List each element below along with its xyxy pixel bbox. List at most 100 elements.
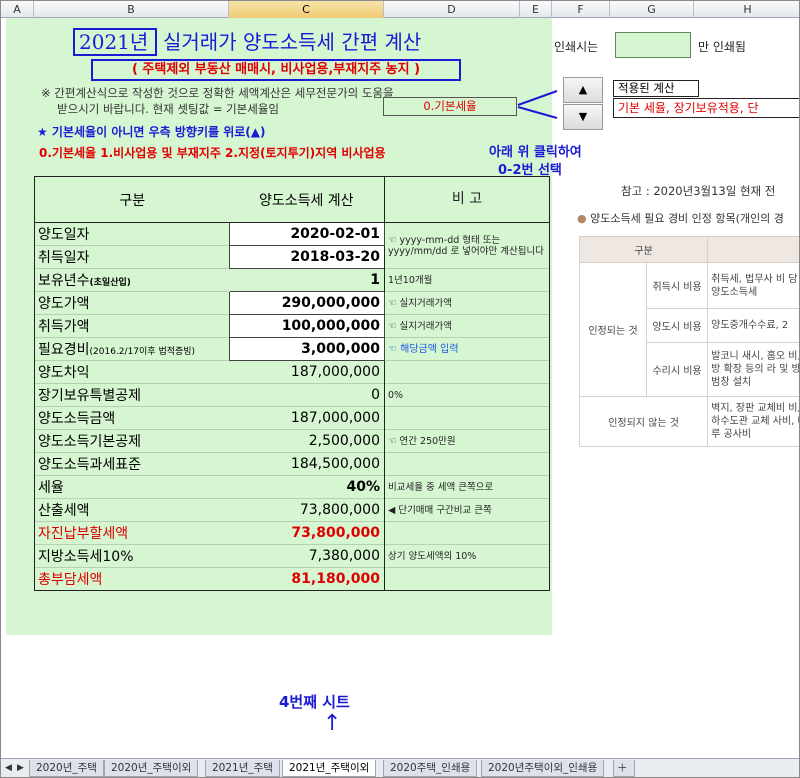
table-row: 양도소득금액 187,000,000 [34,406,550,430]
row-value: 73,800,000 [229,521,385,545]
row-value: 187,000,000 [229,360,385,384]
column-header-g[interactable]: G [610,1,694,18]
table-row: 양도가액 290,000,000 ☜ 실지거래가액 [34,291,550,315]
print-area-cell[interactable] [615,32,691,58]
row-label: 취득가액 [34,314,230,338]
row-value: 2,500,000 [229,429,385,453]
sheet-tab-bar: ◀ ▶ 2020년_주택 2020년_주택이외 2021년_주택 2021년_주… [1,758,799,777]
annotation-text-1: 아래 위 클릭하여 [489,145,582,160]
triangle-down-icon: ▼ [578,110,588,123]
row-label: 지방소득세10% [34,544,230,568]
row-value: 187,000,000 [229,406,385,430]
print-suffix: 만 인쇄됨 [698,40,746,54]
spin-down-button[interactable]: ▼ [563,104,603,130]
table-row: 자진납부할세액 73,800,000 [34,521,550,545]
expense-desc: 발코니 새시, 홈오 비, 방 확장 등의 라 및 방범창 설치 [707,342,799,397]
arrow-up-icon: ↑ [323,711,342,736]
row-value: 73,800,000 [229,498,385,522]
column-header-c[interactable]: C [229,1,384,18]
row-value: 1 [229,268,385,292]
row-note: ☜ 실지거래가액 [384,291,550,315]
row-label: 보유년수(초일산입) [34,268,230,292]
tab-2020-housing-print[interactable]: 2020주택_인쇄용 [383,760,478,777]
subtitle: ( 주택제외 부동산 매매시, 비사업용,부재지주 농지 ) [91,59,461,81]
expense-desc: 양도중개수수료, 2 [707,308,799,343]
expense-type: 수리시 비용 [645,342,709,397]
row-note: 1년10개월 [384,268,550,292]
not-recognized-label: 인정되지 않는 것 [578,396,709,447]
row-label: 양도차익 [34,360,230,384]
column-header-h[interactable]: H [694,1,799,18]
row-note [384,567,550,591]
column-header-a[interactable]: A [1,1,34,18]
row-label: 산출세액 [34,498,230,522]
sale-price-input[interactable]: 290,000,000 [229,291,385,315]
expense-desc: 벽지, 장판 교체비 비, 하수도관 교체 사비, 마루 공사비 [707,396,799,447]
table-row: 지방소득세10% 7,380,000 상기 양도세액의 10% [34,544,550,568]
new-sheet-icon[interactable]: ＋ [613,760,635,777]
table-row: 산출세액 73,800,000 ◀ 단기매매 구간비교 큰쪽 [34,498,550,522]
tab-2020-non-housing[interactable]: 2020년_주택이외 [104,760,199,777]
row-label-sub: (초일산입) [89,278,131,288]
row-label: 양도소득과세표준 [34,452,230,476]
tab-2021-non-housing[interactable]: 2021년_주택이외 [282,760,377,777]
expense-header-row: 구분 [578,236,799,263]
acquisition-price-input[interactable]: 100,000,000 [229,314,385,338]
applied-calc-value: 기본 세율, 장기보유적용, 단 [613,98,799,118]
table-row: 양도일자 2020-02-01 ☜ yyyy-mm-dd 형태 또는 yyyy/… [34,222,550,269]
row-label: 장기보유특별공제 [34,383,230,407]
expense-row: 인정되지 않는 것 벽지, 장판 교체비 비, 하수도관 교체 사비, 마루 공… [578,396,799,447]
title-year: 2021년 [73,28,157,56]
sale-date-input[interactable]: 2020-02-01 [229,222,385,246]
applied-calc-label: 적용된 계산 [613,80,699,97]
acquisition-date-input[interactable]: 2018-03-20 [229,245,385,269]
row-note: ◀ 단기매매 구간비교 큰쪽 [384,498,550,522]
rate-options-line: 0.기본세율 1.비사업용 및 부재지주 2.지정(토지투기)지역 비사업용 [39,146,386,160]
row-value: 81,180,000 [229,567,385,591]
print-label: 인쇄시는 [554,40,599,54]
row-label: 필요경비(2016.2/17이후 법적증빙) [34,337,230,361]
instruction-line: ★ 기본세율이 아니면 우측 방향키를 위로(▲) [37,125,266,139]
row-note: ☜ 연간 250만원 [384,429,550,453]
tax-rate-selected-cell[interactable]: 0.기본세율 [383,97,517,116]
row-label-sub: (2016.2/17이후 법적증빙) [89,347,196,357]
row-note: 비교세율 중 세액 큰쪽으로 [384,475,550,499]
column-header-e[interactable]: E [520,1,552,18]
table-header-row: 구분 양도소득세 계산 비 고 [34,176,550,223]
row-label: 취득일자 [34,245,230,269]
column-header-b[interactable]: B [34,1,229,18]
table-row: 양도차익 187,000,000 [34,360,550,384]
column-header-bar: A B C D E F G H [1,1,799,18]
column-header-d[interactable]: D [384,1,520,18]
row-label: 양도소득금액 [34,406,230,430]
table-row: 장기보유특별공제 0 0% [34,383,550,407]
row-note [384,360,550,384]
tab-2020-non-housing-print[interactable]: 2020년주택이외_인쇄용 [481,760,605,777]
column-header-f[interactable]: F [552,1,610,18]
table-row: 양도소득기본공제 2,500,000 ☜ 연간 250만원 [34,429,550,453]
note-line-1: ※ 간편계산식으로 작성한 것으로 정확한 세액계산은 세무전문가의 도움을 [41,86,394,100]
tab-nav-next-icon[interactable]: ▶ [17,763,24,773]
page-title: 실거래가 양도소득세 간편 계산 [163,30,422,54]
note-line-2: 받으시기 바랍니다. 현재 셋팅값 = 기본세율임 [57,102,280,116]
header-calculation: 양도소득세 계산 [229,176,385,223]
location-pin-icon: ● [577,212,587,225]
expense-type: 취득시 비용 [645,262,709,309]
expense-row: 인정되는 것 취득시 비용 취득세, 법무사 비 담 양도소득세 [579,262,799,397]
row-value: 0 [229,383,385,407]
table-row: 취득가액 100,000,000 ☜ 실지거래가액 [34,314,550,338]
table-row: 양도소득과세표준 184,500,000 [34,452,550,476]
expense-panel-title: ● 양도소득세 필요 경비 인정 항목(개인의 경 [577,212,784,225]
expense-header: 구분 [578,236,709,263]
tab-2020-housing[interactable]: 2020년_주택 [29,760,104,777]
header-category: 구분 [34,176,230,223]
row-label: 세율 [34,475,230,499]
tab-nav-prev-icon[interactable]: ◀ [5,763,12,773]
tab-2021-housing[interactable]: 2021년_주택 [205,760,280,777]
table-row: 필요경비(2016.2/17이후 법적증빙) 3,000,000 ☜ 해당금액 … [34,337,550,361]
header-remarks: 비 고 [384,176,550,223]
spin-up-button[interactable]: ▲ [563,77,603,103]
expense-table: 구분 인정되는 것 취득시 비용 취득세, 법무사 비 담 양도소득세 양도시 … [578,236,799,447]
necessary-expense-input[interactable]: 3,000,000 [229,337,385,361]
expense-reference-image: ● 양도소득세 필요 경비 인정 항목(개인의 경 구분 인정되는 것 취득시 … [573,206,799,471]
